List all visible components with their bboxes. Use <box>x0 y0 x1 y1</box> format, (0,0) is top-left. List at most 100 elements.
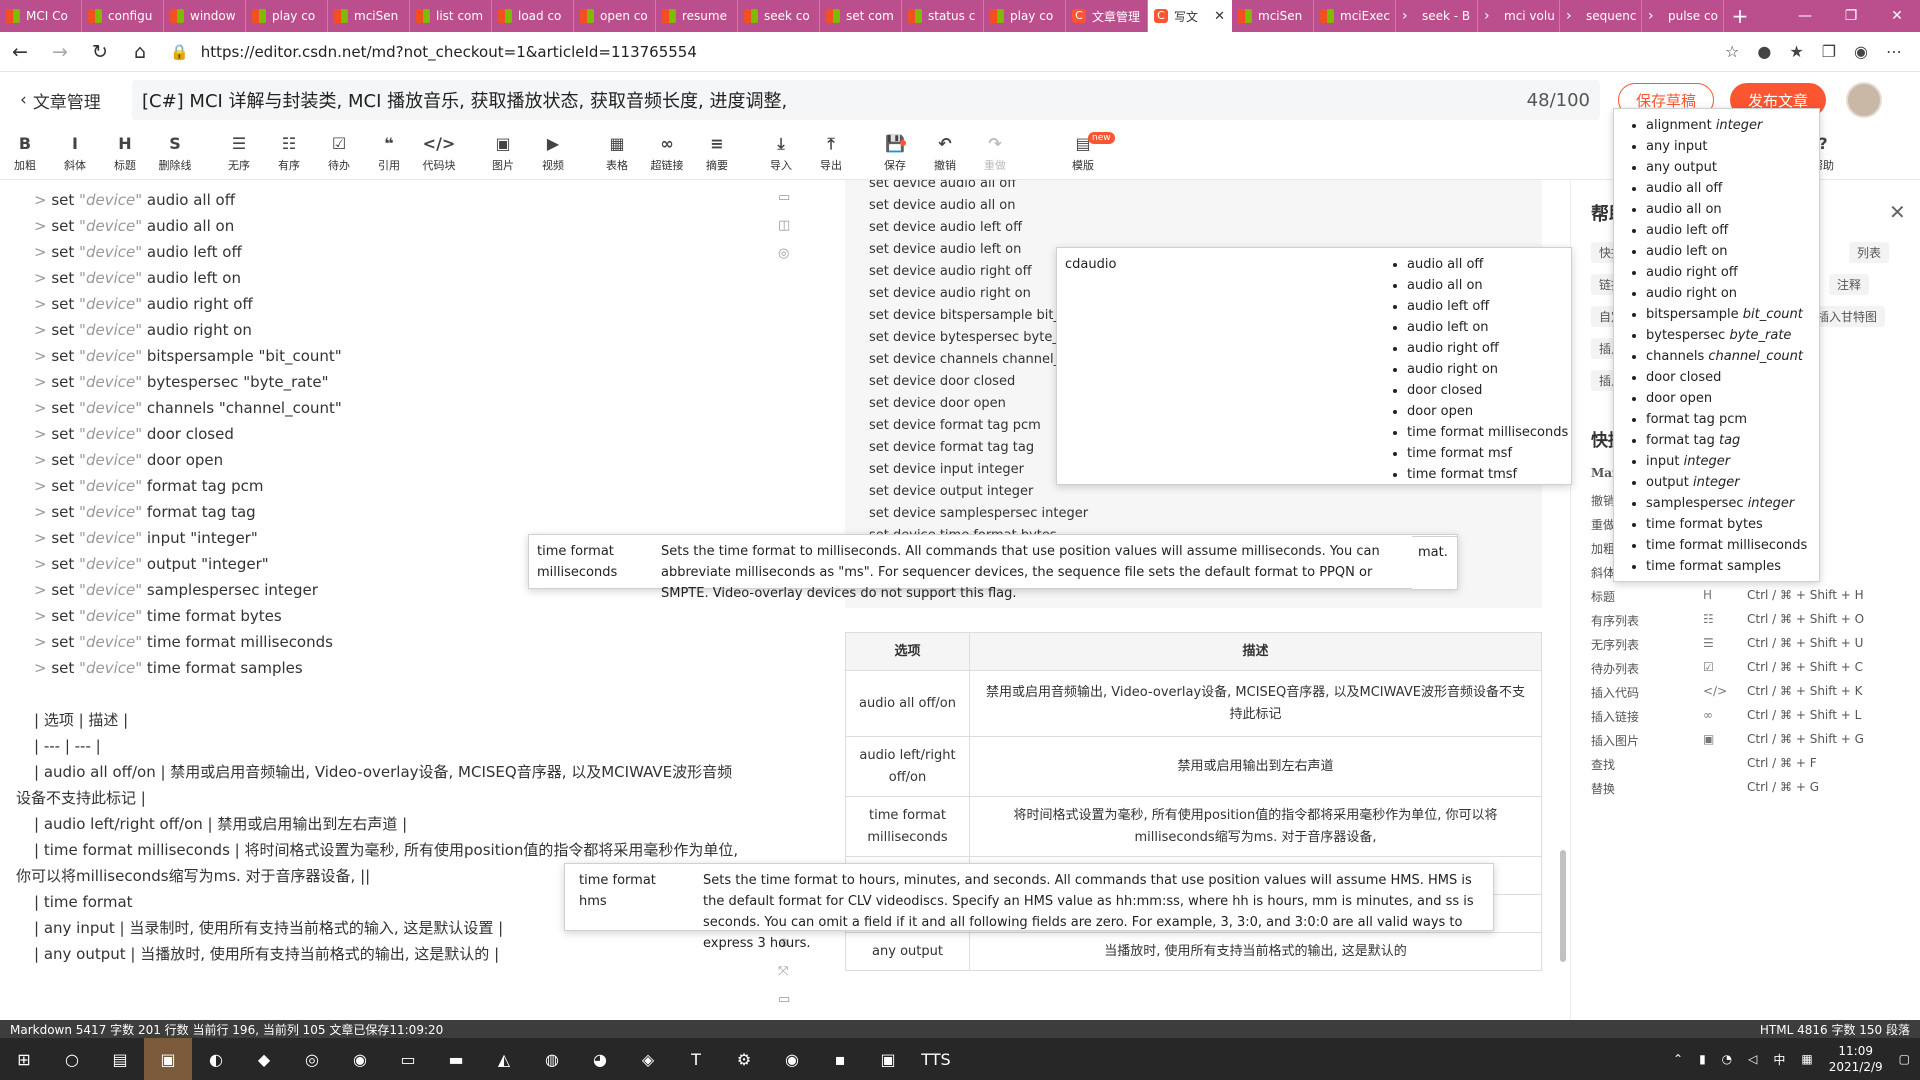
app2-icon[interactable]: ◈ <box>624 1038 672 1080</box>
maximize-icon[interactable]: ❐ <box>1828 8 1874 24</box>
browser-tab[interactable]: status c <box>902 0 984 32</box>
collections-icon[interactable]: ❐ <box>1822 42 1836 61</box>
url-field[interactable]: 🔒 https://editor.csdn.net/md?not_checkou… <box>170 43 1640 61</box>
quote-button[interactable]: ❝ 引用 <box>364 128 414 179</box>
battery-icon[interactable]: ▮ <box>1699 1052 1706 1066</box>
firefox-icon[interactable]: ◕ <box>576 1038 624 1080</box>
browser-tab[interactable]: C 写文 ✕ <box>1148 0 1232 32</box>
browser-tab[interactable]: window <box>164 0 246 32</box>
profile-icon[interactable]: ◉ <box>1854 42 1868 61</box>
browser-tab[interactable]: › seek - B <box>1396 0 1478 32</box>
browser-tab[interactable]: open co <box>574 0 656 32</box>
app4-icon[interactable]: ▣ <box>864 1038 912 1080</box>
wechat-icon[interactable]: ◍ <box>528 1038 576 1080</box>
new-tab-icon[interactable]: + <box>1724 4 1756 28</box>
table-button[interactable]: ▦ 表格 <box>592 128 642 179</box>
bold-button[interactable]: B 加粗 <box>0 128 50 179</box>
browser-tab[interactable]: resume <box>656 0 738 32</box>
volume-icon[interactable]: ◁ <box>1748 1052 1757 1066</box>
more-icon[interactable]: ⋯ <box>1886 42 1902 61</box>
back-icon[interactable]: ← <box>0 41 40 63</box>
app3-icon[interactable]: ▪ <box>816 1038 864 1080</box>
avatar[interactable] <box>1846 82 1882 118</box>
close-icon[interactable]: ✕ <box>1889 200 1906 224</box>
split-view-icon[interactable]: ◫ <box>778 218 790 233</box>
video-button[interactable]: ▶ 视频 <box>528 128 578 179</box>
steam-icon[interactable]: ◎ <box>288 1038 336 1080</box>
help-chip[interactable]: 注释 <box>1829 274 1870 295</box>
network-icon[interactable]: ◔ <box>1722 1052 1732 1066</box>
home-icon[interactable]: ⌂ <box>120 41 160 63</box>
ime-indicator[interactable]: 中 <box>1773 1051 1785 1068</box>
browser-tab[interactable]: set com <box>820 0 902 32</box>
browser-tab[interactable]: seek co <box>738 0 820 32</box>
help-chip[interactable]: 插入甘特图 <box>1809 306 1886 327</box>
save-button[interactable]: 💾 保存 <box>870 128 920 179</box>
browser-tab[interactable]: MCI Co <box>0 0 82 32</box>
tts-icon[interactable]: TTS <box>912 1038 960 1080</box>
summary-button[interactable]: ≡ 摘要 <box>692 128 742 179</box>
preview-toggle-icon[interactable]: ◎ <box>778 246 789 261</box>
close-window-icon[interactable]: ✕ <box>1874 8 1920 24</box>
help-chip[interactable]: 列表 <box>1849 242 1890 263</box>
redo-button[interactable]: ↷ 重做 <box>970 128 1020 179</box>
code-block-button[interactable]: </> 代码块 <box>414 128 464 179</box>
extension-icon[interactable]: ● <box>1757 42 1771 61</box>
music-icon[interactable]: ◉ <box>336 1038 384 1080</box>
tray-chevron-icon[interactable]: ⌃ <box>1673 1052 1683 1066</box>
ordered-list-button[interactable]: ☷ 有序 <box>264 128 314 179</box>
browser-tab[interactable]: play co <box>984 0 1066 32</box>
browser-tab[interactable]: load co <box>492 0 574 32</box>
browser-tab[interactable]: play co <box>246 0 328 32</box>
image-button[interactable]: ▣ 图片 <box>478 128 528 179</box>
article-title-input[interactable]: [C#] MCI 详解与封装类, MCI 播放音乐, 获取播放状态, 获取音频长… <box>132 80 1600 120</box>
microsoft-icon <box>826 9 840 23</box>
link-button[interactable]: ∞ 超链接 <box>642 128 692 179</box>
clock[interactable]: 11:09 2021/2/9 <box>1829 1043 1883 1075</box>
task-view-icon[interactable]: ▤ <box>96 1038 144 1080</box>
shortcut-name: 查找 <box>1591 758 1616 772</box>
browser-tab[interactable]: › mci volu <box>1478 0 1560 32</box>
reload-icon[interactable]: ↻ <box>80 41 120 63</box>
folder-icon[interactable]: ▭ <box>384 1038 432 1080</box>
browser-tab[interactable]: › pulse co <box>1642 0 1724 32</box>
back-to-article-manager[interactable]: ‹ 文章管理 <box>0 88 132 113</box>
browser-tab[interactable]: list com <box>410 0 492 32</box>
grid-icon[interactable]: ▦ <box>1801 1052 1812 1066</box>
notification-icon[interactable]: ▢ <box>1899 1052 1910 1066</box>
app-icon[interactable]: ▣ <box>144 1038 192 1080</box>
sync-scroll-icon[interactable]: ▭ <box>778 190 790 205</box>
import-button[interactable]: ⤓ 导入 <box>756 128 806 179</box>
windows-start-icon[interactable]: ⊞ <box>0 1038 48 1080</box>
favorites-icon[interactable]: ★ <box>1789 42 1803 61</box>
template-button[interactable]: ▤ 模版 new <box>1058 128 1115 179</box>
typora-icon[interactable]: T <box>672 1038 720 1080</box>
italic-button[interactable]: I 斜体 <box>50 128 100 179</box>
search-icon[interactable]: ○ <box>48 1038 96 1080</box>
minimize-icon[interactable]: — <box>1782 8 1828 24</box>
visual-studio-icon[interactable]: ◭ <box>480 1038 528 1080</box>
browser-tab[interactable]: › sequenc <box>1560 0 1642 32</box>
heading-button[interactable]: H 标题 <box>100 128 150 179</box>
unordered-list-button[interactable]: ☰ 无序 <box>214 128 264 179</box>
browser-tab[interactable]: mciSen <box>328 0 410 32</box>
media-icon[interactable]: ◉ <box>768 1038 816 1080</box>
python-icon[interactable]: ◆ <box>240 1038 288 1080</box>
terminal-icon[interactable]: ▬ <box>432 1038 480 1080</box>
browser-tab[interactable]: mciSen <box>1232 0 1314 32</box>
strikethrough-button[interactable]: S 删除线 <box>150 128 200 179</box>
browser-tab[interactable]: configu <box>82 0 164 32</box>
forward-icon[interactable]: → <box>40 41 80 63</box>
todo-button[interactable]: ☑ 待办 <box>314 128 364 179</box>
export-button[interactable]: ⤒ 导出 <box>806 128 856 179</box>
settings-icon[interactable]: ⚙ <box>720 1038 768 1080</box>
preview-scrollbar[interactable] <box>1560 850 1566 962</box>
screen-icon[interactable]: ▭ <box>778 992 790 1007</box>
undo-button[interactable]: ↶ 撤销 <box>920 128 970 179</box>
browser-tab[interactable]: C 文章管理 <box>1066 0 1148 32</box>
expand-icon[interactable]: ⤧ <box>778 964 788 979</box>
edge-icon[interactable]: ◐ <box>192 1038 240 1080</box>
browser-tab[interactable]: mciExec <box>1314 0 1396 32</box>
add-favorite-icon[interactable]: ☆ <box>1725 42 1739 61</box>
close-icon[interactable]: ✕ <box>1214 9 1225 24</box>
